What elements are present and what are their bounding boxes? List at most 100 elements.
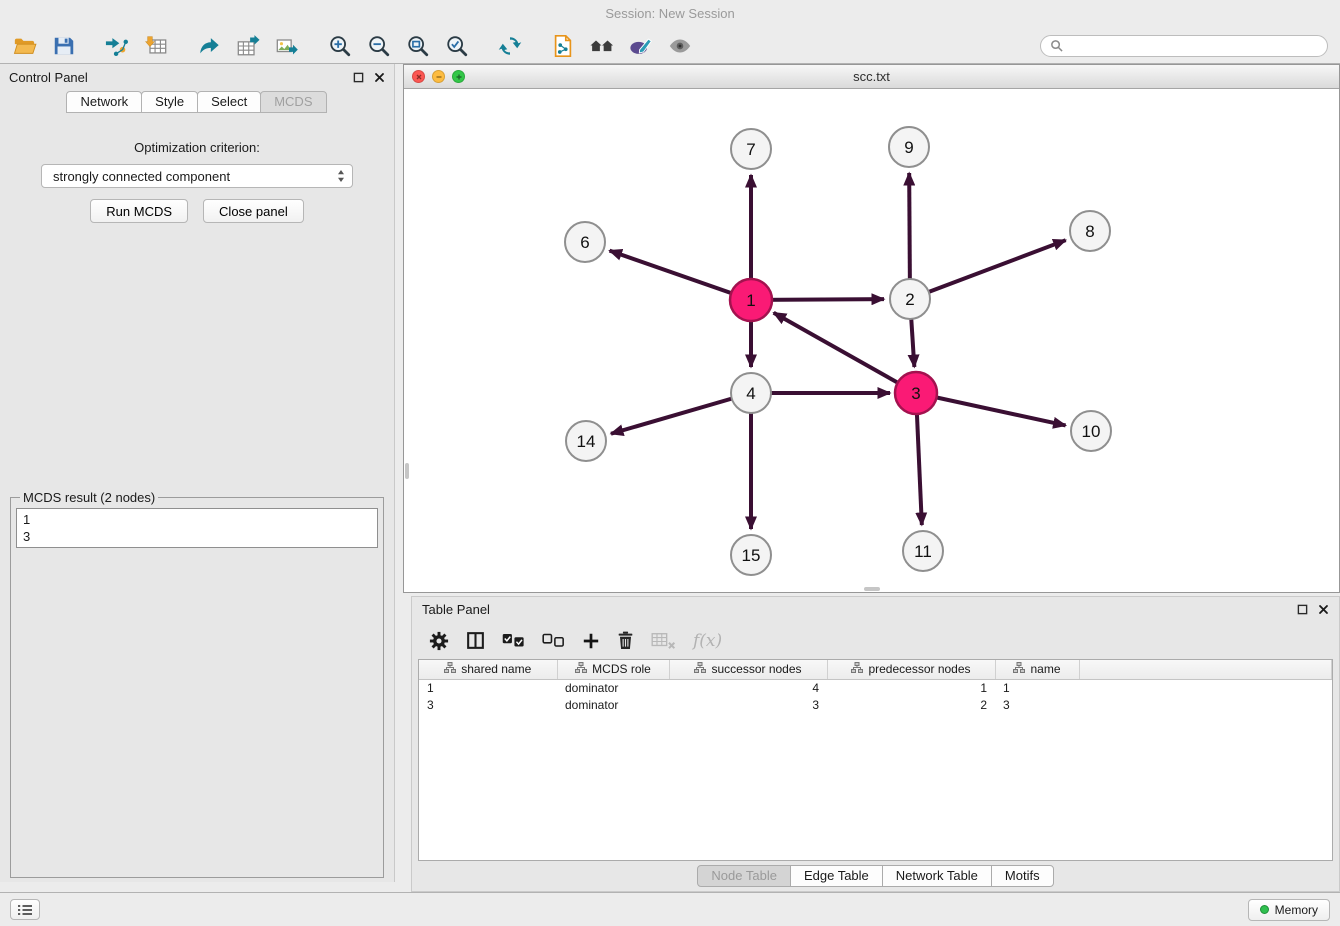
control-panel-title: Control Panel — [9, 70, 88, 85]
export-table-icon[interactable] — [235, 33, 261, 59]
first-neighbors-icon[interactable] — [589, 33, 615, 59]
open-session-icon[interactable] — [12, 33, 38, 59]
zoom-window-icon[interactable] — [452, 70, 465, 83]
network-canvas[interactable]: 7 9 6 8 1 2 4 3 14 10 15 11 — [404, 89, 1339, 592]
tab-select[interactable]: Select — [197, 91, 261, 113]
minimize-window-icon[interactable] — [432, 70, 445, 83]
application-window: Session: New Session Control Panel Netwo… — [0, 0, 1340, 926]
export-network-icon[interactable] — [196, 33, 222, 59]
export-image-icon[interactable] — [274, 33, 300, 59]
annotations-icon[interactable] — [628, 33, 654, 59]
deselect-all-rows-icon[interactable] — [542, 628, 565, 654]
show-hide-icon[interactable] — [667, 33, 693, 59]
graph-node-8[interactable]: 8 — [1070, 211, 1110, 251]
column-header-shared-name[interactable]: shared name — [419, 660, 557, 679]
table-row[interactable]: 1dominator411 — [419, 679, 1332, 696]
table-cell[interactable]: 3 — [419, 696, 557, 713]
control-panel: Control Panel NetworkStyleSelectMCDS Opt… — [0, 64, 395, 882]
criterion-select[interactable]: strongly connected component — [41, 164, 353, 188]
search-icon — [1050, 39, 1063, 52]
float-panel-icon[interactable] — [352, 71, 364, 83]
vertical-scrollbar[interactable] — [405, 463, 409, 479]
node-table: shared nameMCDS rolesuccessor nodesprede… — [419, 660, 1332, 713]
delete-table-icon — [651, 628, 676, 654]
table-cell[interactable]: 4 — [669, 679, 827, 696]
table-settings-icon[interactable] — [429, 628, 449, 654]
graph-edge-4-14[interactable] — [611, 393, 751, 434]
table-cell[interactable]: 1 — [419, 679, 557, 696]
table-cell[interactable]: dominator — [557, 679, 669, 696]
column-header-predecessor-nodes[interactable]: predecessor nodes — [827, 660, 995, 679]
hierarchy-icon — [851, 662, 863, 676]
mcds-panel-body: Optimization criterion: strongly connect… — [0, 113, 394, 882]
add-row-icon[interactable] — [582, 628, 600, 654]
graph-edge-2-8[interactable] — [910, 240, 1066, 299]
control-panel-tabs: NetworkStyleSelectMCDS — [0, 90, 394, 113]
delete-rows-icon[interactable] — [617, 628, 634, 654]
close-table-panel-icon[interactable] — [1317, 604, 1329, 616]
select-all-rows-icon[interactable] — [502, 628, 525, 654]
apply-layout-icon[interactable] — [497, 33, 523, 59]
table-cell[interactable]: dominator — [557, 696, 669, 713]
table-cell[interactable]: 1 — [827, 679, 995, 696]
table-row[interactable]: 3dominator323 — [419, 696, 1332, 713]
table-cell[interactable]: 3 — [669, 696, 827, 713]
search-box[interactable] — [1040, 35, 1328, 57]
zoom-in-icon[interactable] — [327, 33, 353, 59]
graph-node-10[interactable]: 10 — [1071, 411, 1111, 451]
column-header-successor-nodes[interactable]: successor nodes — [669, 660, 827, 679]
tab-edge-table[interactable]: Edge Table — [790, 865, 883, 887]
run-mcds-button[interactable]: Run MCDS — [90, 199, 188, 223]
graph-node-11[interactable]: 11 — [903, 531, 943, 571]
zoom-out-icon[interactable] — [366, 33, 392, 59]
mcds-result-list[interactable]: 13 — [16, 508, 378, 548]
mcds-result-group: MCDS result (2 nodes) 13 — [10, 490, 384, 878]
graph-node-1[interactable]: 1 — [730, 279, 772, 321]
graph-edge-3-10[interactable] — [916, 393, 1066, 425]
show-panels-button[interactable] — [10, 899, 40, 920]
graph-edge-1-6[interactable] — [610, 251, 751, 300]
zoom-fit-icon[interactable] — [405, 33, 431, 59]
tab-motifs[interactable]: Motifs — [991, 865, 1054, 887]
graph-node-9[interactable]: 9 — [889, 127, 929, 167]
table-cell-filler — [1079, 679, 1332, 696]
graph-node-14[interactable]: 14 — [566, 421, 606, 461]
float-table-panel-icon[interactable] — [1296, 604, 1308, 616]
graph-node-3[interactable]: 3 — [895, 372, 937, 414]
close-panel-icon[interactable] — [373, 71, 385, 83]
tab-mcds[interactable]: MCDS — [260, 91, 326, 113]
table-cell[interactable]: 3 — [995, 696, 1079, 713]
graph-node-4[interactable]: 4 — [731, 373, 771, 413]
zoom-selected-icon[interactable] — [444, 33, 470, 59]
close-panel-button[interactable]: Close panel — [203, 199, 304, 223]
hierarchy-icon — [444, 662, 456, 676]
network-window-titlebar: scc.txt — [404, 65, 1339, 89]
table-cell[interactable]: 2 — [827, 696, 995, 713]
graph-node-2[interactable]: 2 — [890, 279, 930, 319]
graph-node-15[interactable]: 15 — [731, 535, 771, 575]
tab-network[interactable]: Network — [66, 91, 142, 113]
mcds-result-item[interactable]: 1 — [23, 511, 371, 528]
select-stepper-icon — [337, 169, 345, 183]
tab-node-table[interactable]: Node Table — [697, 865, 791, 887]
import-network-icon[interactable] — [104, 33, 130, 59]
tab-network-table[interactable]: Network Table — [882, 865, 992, 887]
graph-edge-3-1[interactable] — [774, 313, 916, 393]
column-visibility-icon[interactable] — [466, 628, 485, 654]
table-cell[interactable]: 1 — [995, 679, 1079, 696]
close-window-icon[interactable] — [412, 70, 425, 83]
main-toolbar — [0, 28, 1340, 64]
memory-button[interactable]: Memory — [1248, 899, 1330, 921]
graph-node-7[interactable]: 7 — [731, 129, 771, 169]
save-session-icon[interactable] — [51, 33, 77, 59]
new-network-from-selection-icon[interactable] — [550, 33, 576, 59]
column-header-mcds-role[interactable]: MCDS role — [557, 660, 669, 679]
horizontal-scrollbar[interactable] — [864, 587, 880, 591]
column-header-name[interactable]: name — [995, 660, 1079, 679]
mcds-result-item[interactable]: 3 — [23, 528, 371, 545]
tab-style[interactable]: Style — [141, 91, 198, 113]
import-table-icon[interactable] — [143, 33, 169, 59]
window-titlebar: Session: New Session — [0, 0, 1340, 28]
graph-node-6[interactable]: 6 — [565, 222, 605, 262]
search-input[interactable] — [1069, 39, 1318, 53]
